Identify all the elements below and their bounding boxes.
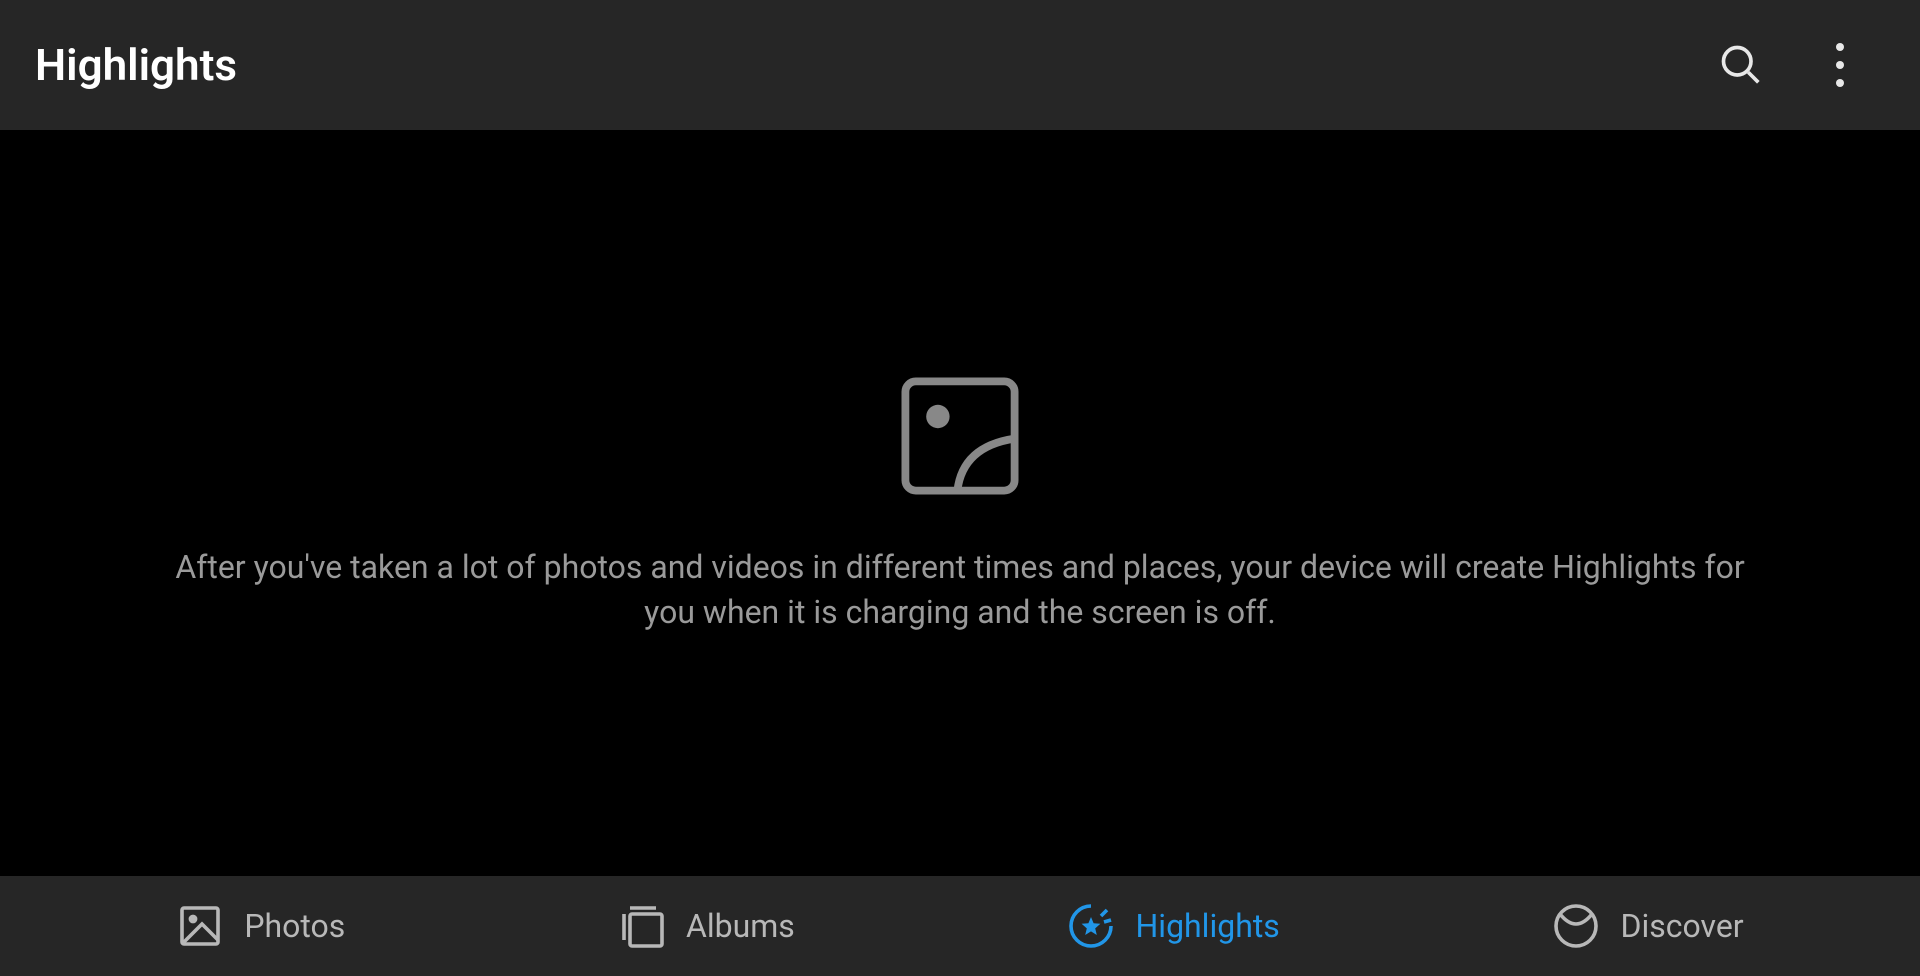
empty-state-image-icon (895, 371, 1025, 505)
nav-item-highlights[interactable]: Highlights (1047, 892, 1299, 960)
header-actions (1710, 34, 1890, 97)
more-vertical-icon (1836, 43, 1844, 87)
album-icon (618, 902, 666, 950)
bottom-navigation: Photos Albums Highlights (0, 876, 1920, 976)
nav-label: Albums (686, 907, 795, 945)
photo-icon (176, 902, 224, 950)
nav-label: Photos (244, 907, 345, 945)
highlights-icon (1067, 902, 1115, 950)
main-content: After you've taken a lot of photos and v… (0, 130, 1920, 876)
header: Highlights (0, 0, 1920, 130)
nav-item-discover[interactable]: Discover (1532, 892, 1763, 960)
more-options-button[interactable] (1820, 35, 1860, 95)
search-icon (1718, 42, 1762, 89)
page-title: Highlights (35, 39, 237, 91)
nav-label: Discover (1620, 907, 1743, 945)
empty-state-description: After you've taken a lot of photos and v… (160, 545, 1760, 635)
nav-item-albums[interactable]: Albums (598, 892, 815, 960)
nav-item-photos[interactable]: Photos (156, 892, 365, 960)
search-button[interactable] (1710, 34, 1770, 97)
discover-icon (1552, 902, 1600, 950)
nav-label: Highlights (1135, 907, 1279, 945)
